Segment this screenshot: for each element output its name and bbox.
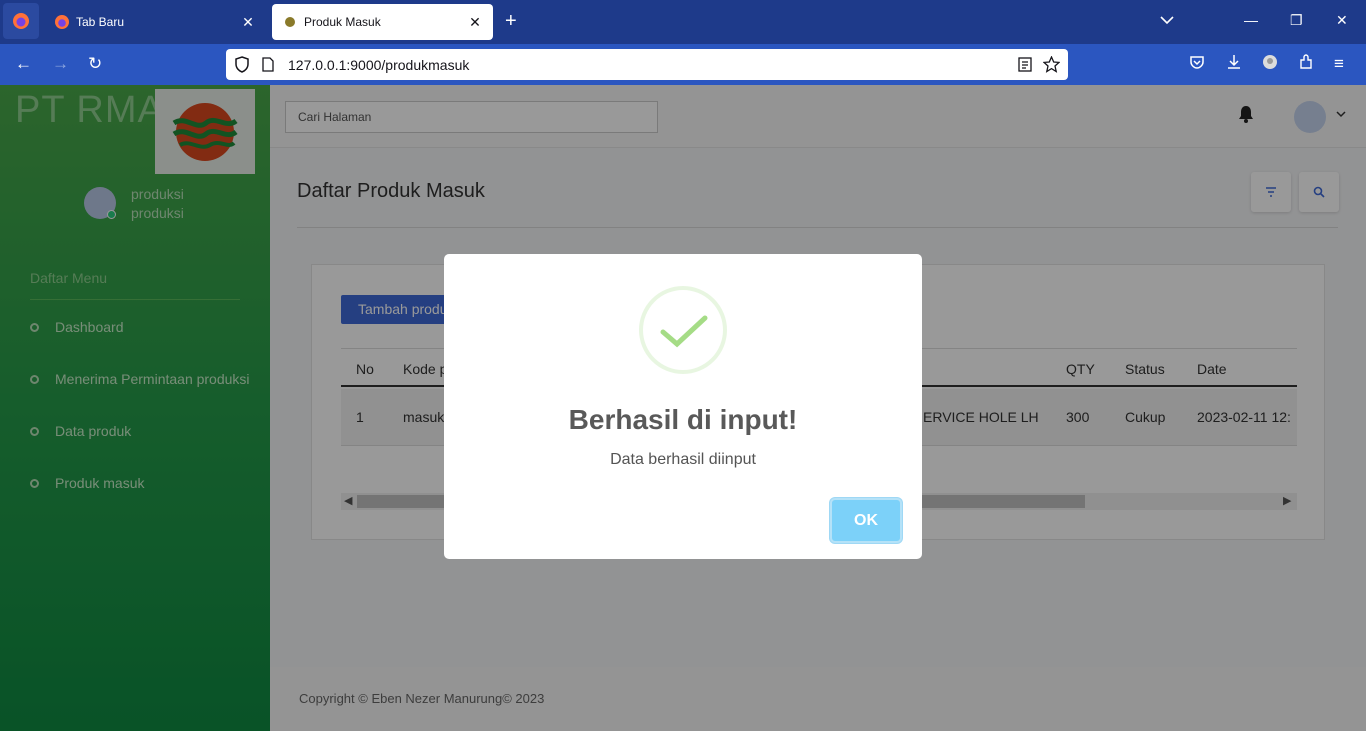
close-window-icon[interactable]: ✕: [1336, 12, 1348, 29]
address-bar[interactable]: 127.0.0.1:9000/produkmasuk: [226, 49, 1068, 80]
ok-button[interactable]: OK: [830, 498, 902, 543]
browser-tab-bar: Tab Baru ✕ Produk Masuk ✕ + — ❐ ✕: [0, 0, 1366, 44]
dialog-title: Berhasil di input!: [568, 404, 798, 435]
close-tab-icon[interactable]: ✕: [467, 14, 483, 31]
shield-icon: [235, 56, 249, 73]
downloads-icon[interactable]: [1226, 54, 1242, 75]
close-tab-icon[interactable]: ✕: [240, 14, 256, 31]
dialog-message: Data berhasil diinput: [610, 451, 756, 468]
page-icon: [262, 57, 274, 72]
reload-icon[interactable]: ↻: [88, 54, 102, 74]
list-all-tabs-chevron-icon[interactable]: [1160, 12, 1174, 28]
new-tab-plus-icon[interactable]: +: [505, 11, 517, 31]
site-favicon-icon: [282, 14, 298, 30]
reader-view-icon[interactable]: [1018, 57, 1032, 72]
back-arrow-icon[interactable]: ←: [15, 54, 32, 74]
url-text: 127.0.0.1:9000/produkmasuk: [288, 57, 470, 73]
forward-arrow-icon[interactable]: →: [52, 54, 69, 74]
bookmark-star-icon[interactable]: [1043, 56, 1060, 73]
account-icon[interactable]: [1262, 54, 1278, 75]
hamburger-menu-icon[interactable]: ≡: [1334, 54, 1344, 74]
success-check-icon: [639, 286, 727, 374]
minimize-window-icon[interactable]: —: [1244, 12, 1258, 28]
browser-nav-bar: ← → ↻ 127.0.0.1:9000/produkmasuk ≡: [0, 44, 1366, 85]
tab-title: Tab Baru: [76, 15, 125, 29]
extensions-icon[interactable]: [1298, 54, 1314, 75]
firefox-favicon-icon: [54, 14, 70, 30]
tab-title: Produk Masuk: [304, 15, 381, 29]
tab-tab-baru[interactable]: Tab Baru ✕: [44, 4, 266, 40]
pocket-icon[interactable]: [1189, 54, 1205, 75]
restore-window-icon[interactable]: ❐: [1290, 12, 1303, 29]
tab-produk-masuk[interactable]: Produk Masuk ✕: [272, 4, 493, 40]
firefox-icon: [13, 13, 29, 29]
success-dialog: Berhasil di input! Data berhasil diinput…: [444, 254, 922, 559]
firefox-menu-button[interactable]: [3, 3, 39, 39]
